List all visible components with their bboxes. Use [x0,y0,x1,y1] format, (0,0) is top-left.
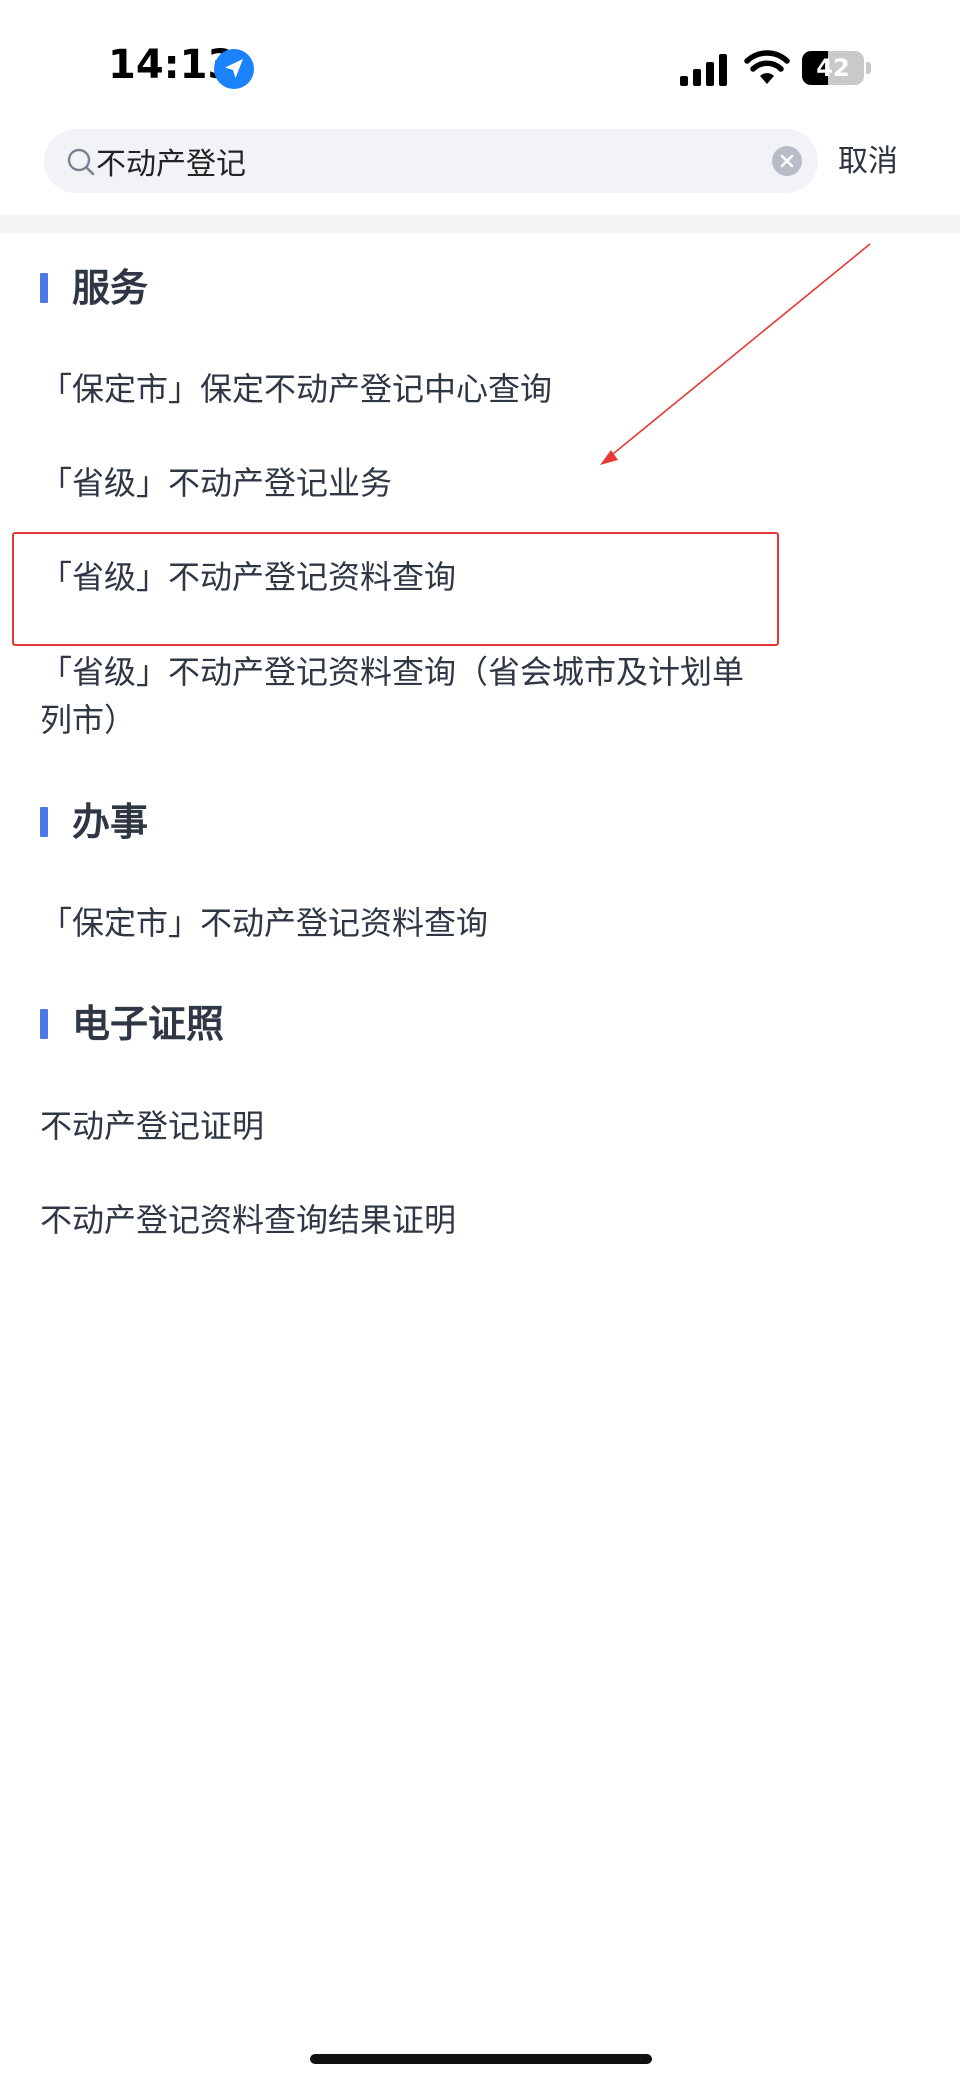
section-accent-bar [40,1009,48,1039]
license-item-registration-certificate[interactable]: 不动产登记证明 [40,1102,760,1150]
section-accent-bar [40,807,48,837]
section-title-affairs: 办事 [72,800,149,844]
section-divider [0,215,960,233]
search-input[interactable] [96,129,756,193]
service-item-provincial-registration-business[interactable]: 「省级」不动产登记业务 [40,459,760,507]
cellular-signal-icon [680,54,727,86]
battery-indicator: 42 [802,51,874,85]
search-bar[interactable] [44,129,818,193]
home-indicator [310,2054,652,2064]
battery-body: 42 [802,51,864,85]
app-screen: 14:13 42 不动产登记 取消 服务 「保定市」保定不动产登记中心查询 「省… [0,0,960,2086]
battery-level-text: 42 [816,54,850,82]
section-title-service: 服务 [72,266,149,310]
section-title-license: 电子证照 [72,1002,225,1046]
cancel-button[interactable]: 取消 [838,140,898,184]
service-item-baoding-center-query[interactable]: 「保定市」保定不动产登记中心查询 [40,365,760,413]
clear-search-icon[interactable] [772,146,802,176]
section-accent-bar [40,273,48,303]
status-bar: 14:13 42 [0,0,960,126]
wifi-icon [744,50,790,84]
service-item-provincial-records-query-capital-cities[interactable]: 「省级」不动产登记资料查询（省会城市及计划单列市） [40,648,760,744]
affairs-item-baoding-records-query[interactable]: 「保定市」不动产登记资料查询 [40,899,760,947]
battery-cap [866,62,871,74]
annotation-highlight-box [12,532,779,646]
location-arrow-icon [214,49,254,89]
license-item-records-query-result-certificate[interactable]: 不动产登记资料查询结果证明 [40,1196,760,1244]
search-icon [67,148,95,176]
